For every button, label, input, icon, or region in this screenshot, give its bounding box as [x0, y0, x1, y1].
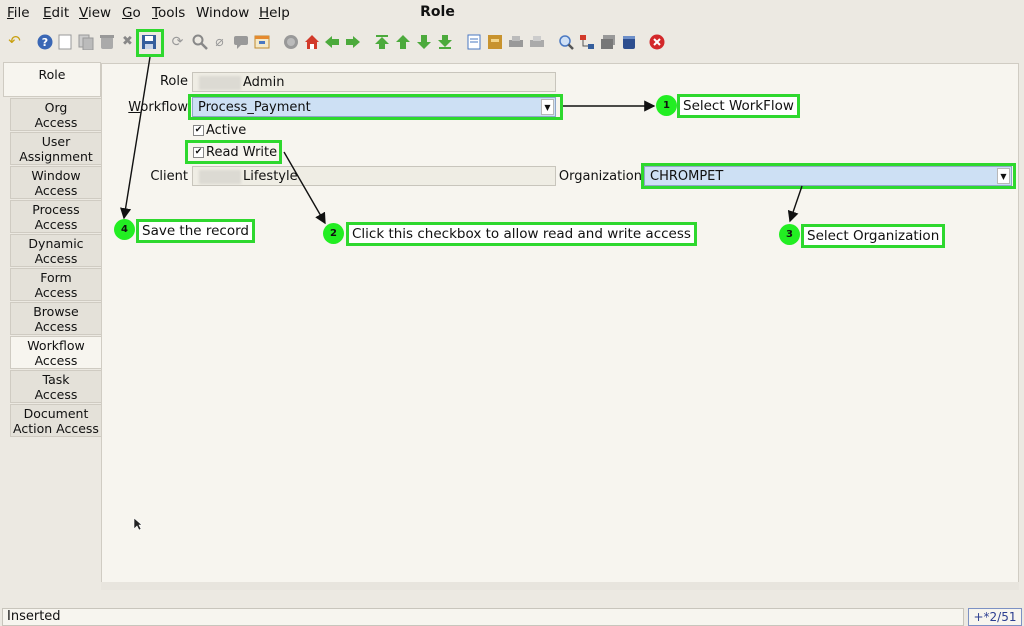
workflow-highlight [188, 94, 563, 120]
report-icon[interactable] [465, 33, 482, 50]
tab-org-access[interactable]: Org Access [10, 98, 102, 131]
role-label: Role [159, 74, 188, 89]
organization-highlight [641, 163, 1016, 189]
window-title: Role [420, 4, 455, 20]
close-window-icon[interactable] [648, 33, 665, 50]
client-field[interactable]: Lifestyle [192, 166, 556, 186]
print-icon[interactable] [528, 33, 545, 50]
first-record-icon[interactable] [373, 33, 390, 50]
callout-select-organization: Select Organization [801, 224, 946, 248]
last-record-icon[interactable] [436, 33, 453, 50]
product-info-icon[interactable] [620, 33, 637, 50]
print-preview-icon[interactable] [507, 33, 524, 50]
previous-record-icon[interactable] [394, 33, 411, 50]
help-icon[interactable]: ? [36, 33, 53, 50]
step-badge-4: 4 [114, 219, 135, 240]
tab-document-action-access[interactable]: Document Action Access [10, 404, 102, 437]
chat-icon[interactable] [232, 33, 249, 50]
tab-form-access[interactable]: Form Access [10, 268, 102, 301]
tab-process-access[interactable]: Process Access [10, 200, 102, 233]
active-checkbox[interactable]: ✔ [193, 125, 204, 136]
copy-icon[interactable] [77, 33, 94, 50]
workflow-active-icon[interactable] [578, 33, 595, 50]
tab-dynamic-access[interactable]: Dynamic Access [10, 234, 102, 267]
client-label: Client [150, 169, 188, 184]
delete-icon[interactable] [98, 33, 115, 50]
tab-role[interactable]: Role [3, 62, 101, 97]
grid-toggle-icon[interactable] [253, 33, 270, 50]
active-label: Active [206, 123, 247, 138]
role-value: Admin [243, 75, 285, 90]
undo-icon[interactable]: ↶ [6, 33, 23, 50]
find-icon[interactable] [191, 33, 208, 50]
svg-text:?: ? [41, 36, 47, 49]
refresh-icon[interactable]: ⟳ [169, 33, 186, 50]
status-text: Inserted [2, 608, 964, 626]
new-icon[interactable] [56, 33, 73, 50]
home-icon[interactable] [303, 33, 320, 50]
menu-bar: File Edit View Go Tools Window Help Role [0, 0, 1024, 26]
step-badge-3: 3 [779, 224, 800, 245]
readwrite-highlight [185, 140, 282, 164]
delete-selection-icon[interactable]: ✖ [119, 33, 136, 50]
callout-save-record: Save the record [136, 219, 255, 243]
tab-user-assignment[interactable]: User Assignment [10, 132, 102, 165]
organization-label: Organization [558, 169, 642, 184]
workflow-label: Workflow [128, 100, 188, 115]
record-navigator[interactable]: +*2/51 [968, 608, 1022, 626]
redacted-prefix [199, 169, 241, 184]
status-bar: Inserted +*2/51 [0, 607, 1024, 626]
role-field[interactable]: Admin [192, 72, 556, 92]
tab-task-access[interactable]: Task Access [10, 370, 102, 403]
save-highlight [136, 29, 164, 57]
step-badge-2: 2 [323, 223, 344, 244]
callout-read-write: Click this checkbox to allow read and wr… [346, 222, 697, 246]
tab-window-access[interactable]: Window Access [10, 166, 102, 199]
step-badge-1: 1 [656, 95, 677, 116]
forward-icon[interactable] [344, 33, 361, 50]
zoom-across-icon[interactable] [557, 33, 574, 50]
requests-icon[interactable] [599, 33, 616, 50]
redacted-prefix [199, 75, 241, 90]
form-panel-footer [101, 582, 1019, 590]
tab-browse-access[interactable]: Browse Access [10, 302, 102, 335]
callout-select-workflow: Select WorkFlow [677, 94, 800, 118]
next-record-icon[interactable] [415, 33, 432, 50]
back-icon[interactable] [323, 33, 340, 50]
attachment-icon[interactable]: ⌀ [211, 33, 228, 50]
archive-icon[interactable] [486, 33, 503, 50]
mouse-cursor-icon [133, 517, 143, 531]
history-icon[interactable] [282, 33, 299, 50]
tab-workflow-access[interactable]: Workflow Access [10, 336, 102, 369]
client-value: Lifestyle [243, 169, 298, 184]
